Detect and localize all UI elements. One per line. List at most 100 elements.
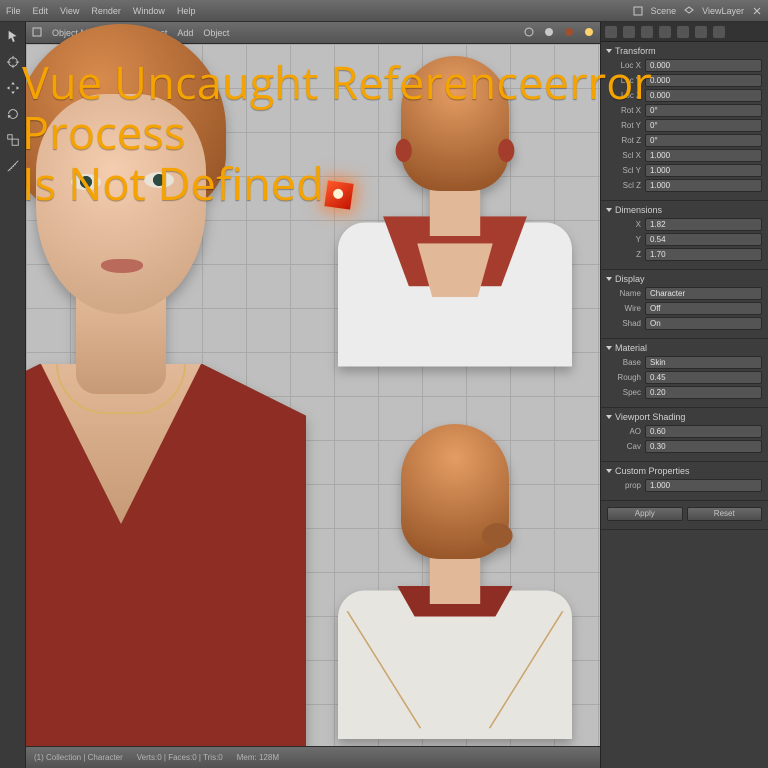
property-field[interactable]: 1.82: [645, 218, 762, 231]
property-label: Rot X: [607, 106, 641, 115]
property-field[interactable]: 0°: [645, 134, 762, 147]
property-field[interactable]: Off: [645, 302, 762, 315]
property-field[interactable]: 0°: [645, 119, 762, 132]
viewport[interactable]: Object Mode View Select Add Object: [26, 22, 600, 768]
property-label: Rough: [607, 373, 641, 382]
tab-output-icon[interactable]: [623, 26, 635, 38]
menu-help[interactable]: Help: [177, 6, 196, 16]
apply-button[interactable]: Apply: [607, 507, 683, 521]
property-label: Shad: [607, 319, 641, 328]
tab-modifier-icon[interactable]: [695, 26, 707, 38]
property-field[interactable]: 1.000: [645, 479, 762, 492]
property-row: Rough 0.45: [607, 371, 762, 384]
tab-object-icon[interactable]: [677, 26, 689, 38]
property-row: Loc X0.000: [607, 59, 762, 72]
move-tool-icon[interactable]: [5, 80, 21, 96]
character-back-top[interactable]: [320, 56, 590, 362]
section-header[interactable]: Custom Properties: [607, 466, 762, 476]
menu-window[interactable]: Window: [133, 6, 165, 16]
property-field[interactable]: Character: [645, 287, 762, 300]
menu-view[interactable]: View: [60, 6, 79, 16]
section-title: Viewport Shading: [615, 412, 685, 422]
scene-selector[interactable]: Scene: [651, 6, 677, 16]
scale-tool-icon[interactable]: [5, 132, 21, 148]
viewlayer-selector[interactable]: ViewLayer: [702, 6, 744, 16]
property-row: Scl X 1.000: [607, 149, 762, 162]
tab-world-icon[interactable]: [659, 26, 671, 38]
property-row: Cav 0.30: [607, 440, 762, 453]
chevron-down-icon: [606, 208, 612, 212]
shading-wire-icon[interactable]: [524, 27, 534, 39]
section-title: Display: [615, 274, 645, 284]
layer-icon: [684, 6, 694, 16]
property-label: Z: [607, 250, 641, 259]
property-label: Loc Y: [607, 76, 641, 85]
section-header[interactable]: Material: [607, 343, 762, 353]
character-back-bottom[interactable]: [320, 424, 590, 739]
property-field[interactable]: 0.60: [645, 425, 762, 438]
section-title: Material: [615, 343, 647, 353]
panel-section: Display NameCharacter WireOff Shad On: [601, 270, 768, 339]
property-field[interactable]: 0.54: [645, 233, 762, 246]
shading-solid-icon[interactable]: [544, 27, 554, 39]
property-label: Base: [607, 358, 641, 367]
chevron-down-icon: [606, 469, 612, 473]
property-label: Loc Z: [607, 91, 641, 100]
property-field[interactable]: 1.000: [645, 149, 762, 162]
property-field[interactable]: 1.000: [645, 179, 762, 192]
property-row: WireOff: [607, 302, 762, 315]
property-field[interactable]: 0.45: [645, 371, 762, 384]
status-memory: Mem: 128M: [237, 753, 279, 762]
property-field[interactable]: 0°: [645, 104, 762, 117]
toolbar: [0, 22, 26, 768]
chevron-down-icon: [606, 49, 612, 53]
shading-material-icon[interactable]: [564, 27, 574, 39]
property-field[interactable]: 0.000: [645, 89, 762, 102]
shading-render-icon[interactable]: [584, 27, 594, 39]
menu-render[interactable]: Render: [91, 6, 121, 16]
property-field[interactable]: 1.000: [645, 164, 762, 177]
tab-render-icon[interactable]: [605, 26, 617, 38]
close-icon[interactable]: [752, 6, 762, 16]
property-field[interactable]: On: [645, 317, 762, 330]
property-label: prop: [607, 481, 641, 490]
reset-button[interactable]: Reset: [687, 507, 763, 521]
tab-scene-icon[interactable]: [641, 26, 653, 38]
section-header[interactable]: Viewport Shading: [607, 412, 762, 422]
property-label: Scl X: [607, 151, 641, 160]
property-label: AO: [607, 427, 641, 436]
status-bar: (1) Collection | Character Verts:0 | Fac…: [26, 746, 600, 768]
property-row: Rot X 0°: [607, 104, 762, 117]
property-label: Scl Y: [607, 166, 641, 175]
menu-bar: File Edit View Render Window Help Scene …: [0, 0, 768, 22]
section-header[interactable]: Dimensions: [607, 205, 762, 215]
property-field[interactable]: 0.30: [645, 440, 762, 453]
property-label: Cav: [607, 442, 641, 451]
property-field[interactable]: Skin: [645, 356, 762, 369]
property-label: Spec: [607, 388, 641, 397]
property-row: Base Skin: [607, 356, 762, 369]
rotate-tool-icon[interactable]: [5, 106, 21, 122]
property-row: Scl Z1.000: [607, 179, 762, 192]
cursor-tool-icon[interactable]: [5, 54, 21, 70]
section-title: Transform: [615, 46, 656, 56]
property-label: Rot Y: [607, 121, 641, 130]
select-tool-icon[interactable]: [5, 28, 21, 44]
menu-edit[interactable]: Edit: [33, 6, 49, 16]
character-front[interactable]: [26, 24, 326, 768]
viewport-body[interactable]: [26, 44, 600, 746]
measure-tool-icon[interactable]: [5, 158, 21, 174]
chevron-down-icon: [606, 346, 612, 350]
property-field[interactable]: 0.000: [645, 74, 762, 87]
property-row: AO 0.60: [607, 425, 762, 438]
section-header[interactable]: Transform: [607, 46, 762, 56]
menu-file[interactable]: File: [6, 6, 21, 16]
property-row: NameCharacter: [607, 287, 762, 300]
property-field[interactable]: 0.20: [645, 386, 762, 399]
section-header[interactable]: Display: [607, 274, 762, 284]
property-label: X: [607, 220, 641, 229]
tab-material-icon[interactable]: [713, 26, 725, 38]
panel-section: Custom Properties prop 1.000: [601, 462, 768, 501]
property-field[interactable]: 1.70: [645, 248, 762, 261]
property-field[interactable]: 0.000: [645, 59, 762, 72]
